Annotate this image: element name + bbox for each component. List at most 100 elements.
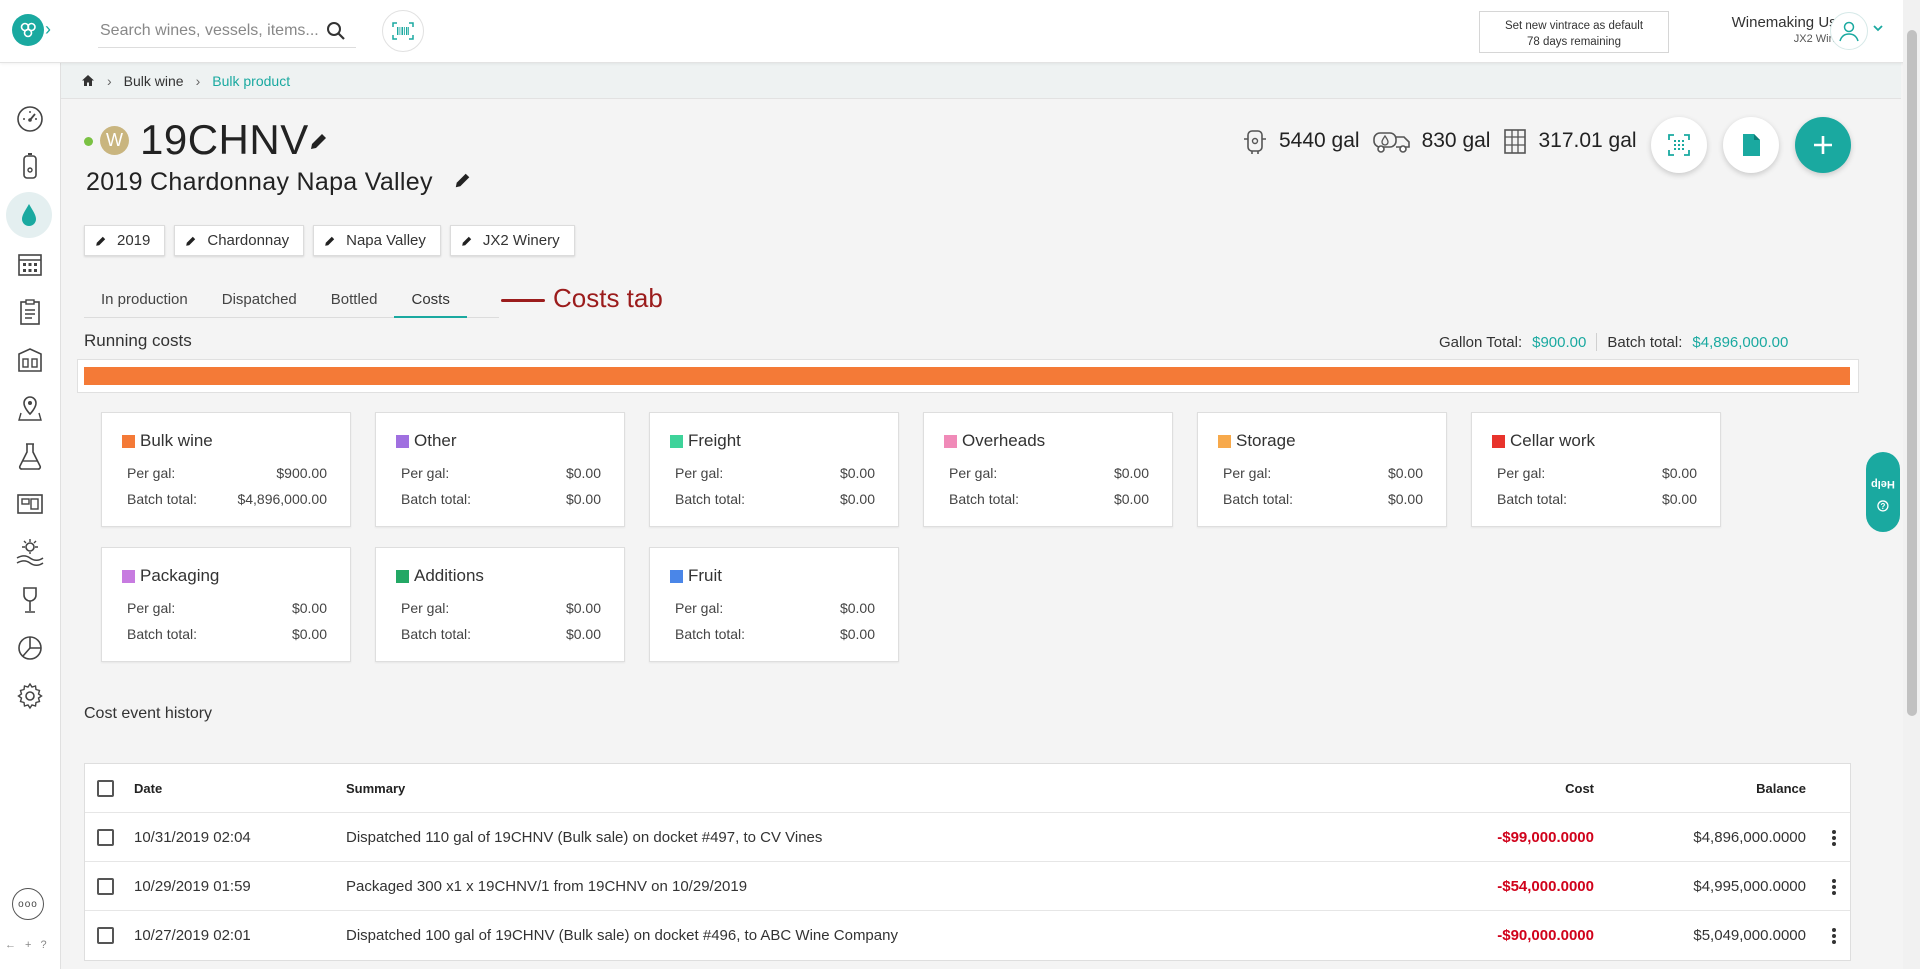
chip-variety[interactable]: Chardonnay [174, 225, 305, 256]
document-button[interactable] [1723, 117, 1779, 173]
vineyard-icon[interactable] [14, 536, 46, 568]
tab-in-production[interactable]: In production [84, 287, 205, 318]
edit-icon [96, 236, 106, 246]
color-swatch [1492, 434, 1505, 448]
keyboard-shortcuts[interactable]: ← + ? [5, 939, 50, 951]
chip-winery[interactable]: JX2 Winery [449, 225, 575, 256]
tab-dispatched[interactable]: Dispatched [205, 287, 314, 318]
row-menu-icon[interactable] [1832, 830, 1836, 846]
stock-icon[interactable] [14, 488, 46, 520]
per-gal-label: Per gal: [675, 465, 724, 481]
lab-icon[interactable] [14, 440, 46, 472]
tab-bottled[interactable]: Bottled [314, 287, 395, 318]
calendar-icon[interactable] [14, 248, 46, 280]
column-summary[interactable]: Summary [346, 764, 405, 813]
search-icon[interactable] [326, 21, 346, 41]
edit-icon [325, 236, 335, 246]
edit-icon [462, 236, 472, 246]
add-button[interactable] [1795, 117, 1851, 173]
wine-glass-icon[interactable] [14, 584, 46, 616]
home-icon[interactable] [81, 74, 95, 87]
table-header-row: Date Summary Cost Balance [85, 764, 1850, 813]
more-options-button[interactable]: ooo [12, 888, 44, 920]
per-gal-value: $0.00 [565, 465, 601, 481]
barcode-print-button[interactable] [1651, 117, 1707, 173]
row-cost: -$90,000.0000 [1497, 927, 1594, 944]
batch-total-label: Batch total: [1223, 491, 1294, 507]
cost-card-cellar-work: Cellar work Per gal: $0.00 Batch total: $0… [1471, 412, 1721, 527]
color-swatch [122, 569, 135, 583]
chip-vintage[interactable]: 2019 [84, 225, 166, 256]
app-logo-icon[interactable] [12, 14, 44, 46]
row-checkbox[interactable] [97, 829, 114, 846]
avatar[interactable] [1830, 12, 1868, 50]
per-gal-value: $0.00 [291, 600, 327, 616]
batch-total-value: $0.00 [291, 626, 327, 642]
reports-icon[interactable] [14, 632, 46, 664]
row-menu-icon[interactable] [1832, 928, 1836, 944]
color-swatch [122, 434, 135, 448]
row-summary: Dispatched 110 gal of 19CHNV (Bulk sale)… [346, 829, 823, 846]
row-checkbox[interactable] [97, 927, 114, 944]
bulk-wine-bar-segment[interactable] [84, 367, 1850, 385]
vessel-icon[interactable] [14, 151, 46, 183]
row-date: 10/31/2019 02:04 [134, 829, 251, 846]
stat-bottles-value: 317.01 gal [1538, 129, 1637, 152]
stat-truck: 830 gal [1372, 127, 1491, 155]
column-balance[interactable]: Balance [1756, 764, 1806, 813]
card-title: Freight [688, 431, 741, 450]
edit-description-icon[interactable] [454, 171, 472, 189]
color-swatch [670, 569, 683, 583]
column-date[interactable]: Date [134, 764, 162, 813]
edit-code-icon[interactable] [309, 131, 329, 151]
per-gal-label: Per gal: [949, 465, 998, 481]
document-icon [1743, 134, 1760, 156]
batch-total-label: Batch total: [127, 626, 198, 642]
help-button[interactable]: ? Help [1866, 452, 1900, 532]
breadcrumb-bulk-wine[interactable]: Bulk wine [124, 73, 184, 89]
user-info[interactable]: Winemaking User JX2 Winery [1690, 14, 1850, 46]
batch-total-label: Batch total: [949, 491, 1020, 507]
bulk-wine-icon[interactable] [6, 192, 52, 238]
product-code: 19CHNV [140, 116, 309, 163]
batch-total-label: Batch total: [1497, 491, 1568, 507]
page-scrollbar[interactable] [1903, 0, 1920, 969]
stat-tank-value: 5440 gal [1279, 129, 1360, 152]
column-cost[interactable]: Cost [1565, 764, 1594, 813]
chevron-down-icon[interactable] [1872, 22, 1884, 34]
chevron-right-icon[interactable]: › [45, 19, 51, 39]
winery-icon[interactable] [14, 344, 46, 376]
tab-costs[interactable]: Costs [394, 287, 467, 318]
row-checkbox[interactable] [97, 878, 114, 895]
search-input[interactable] [98, 21, 326, 40]
top-bar: › Set new vintrace as default 78 days re… [0, 0, 1920, 63]
per-gal-value: $0.00 [1387, 465, 1423, 481]
per-gal-value: $900.00 [276, 465, 327, 481]
barcode-scan-button[interactable] [382, 10, 424, 52]
dashboard-icon[interactable] [14, 103, 46, 135]
vintrace-default-notice[interactable]: Set new vintrace as default 78 days rema… [1479, 11, 1669, 53]
scrollbar-thumb[interactable] [1907, 30, 1917, 716]
stat-truck-value: 830 gal [1421, 129, 1491, 152]
user-name: Winemaking User [1731, 14, 1850, 31]
settings-icon[interactable] [14, 680, 46, 712]
batch-total-label: Batch total: [401, 491, 472, 507]
batch-total-label: Batch total: [1607, 333, 1683, 351]
color-swatch [670, 434, 683, 448]
breadcrumb-bulk-product: Bulk product [212, 72, 291, 89]
chip-region[interactable]: Napa Valley [313, 225, 441, 256]
card-title: Packaging [140, 566, 220, 585]
batch-total-value: $0.00 [1113, 491, 1149, 507]
per-gal-label: Per gal: [1223, 465, 1272, 481]
batch-total-value: $0.00 [565, 491, 601, 507]
sidebar: ooo ← + ? [0, 63, 61, 969]
per-gal-label: Per gal: [401, 465, 450, 481]
location-icon[interactable] [14, 392, 46, 424]
cost-history-title: Cost event history [84, 705, 213, 722]
per-gal-label: Per gal: [675, 600, 724, 616]
select-all-checkbox[interactable] [97, 780, 114, 797]
row-menu-icon[interactable] [1832, 879, 1836, 895]
color-swatch [1218, 434, 1231, 448]
row-cost: -$54,000.0000 [1497, 878, 1594, 895]
work-order-icon[interactable] [14, 296, 46, 328]
